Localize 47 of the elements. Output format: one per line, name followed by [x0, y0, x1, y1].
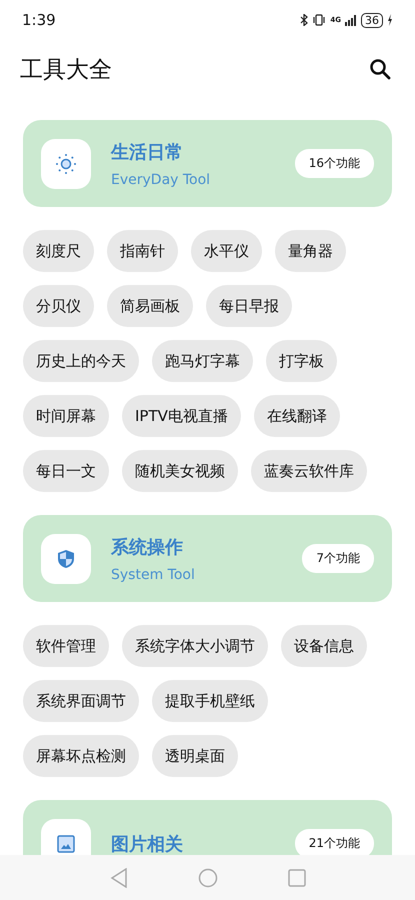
tool-chip[interactable]: 系统字体大小调节: [122, 625, 268, 667]
tool-chip[interactable]: 跑马灯字幕: [152, 340, 253, 382]
tool-chip[interactable]: 简易画板: [107, 285, 193, 327]
category-card[interactable]: 生活日常 EveryDay Tool 16个功能: [23, 120, 392, 207]
tool-chip[interactable]: 随机美女视频: [122, 450, 238, 492]
charging-icon: [387, 14, 393, 26]
tool-chip[interactable]: 打字板: [266, 340, 337, 382]
page-title: 工具大全: [20, 56, 112, 84]
category-card[interactable]: 系统操作 System Tool 7个功能: [23, 515, 392, 602]
tool-chip[interactable]: 在线翻译: [254, 395, 340, 437]
battery-level: 36: [361, 12, 383, 28]
category-subtitle: System Tool: [111, 566, 196, 582]
category-card[interactable]: 图片相关 21个功能: [23, 800, 392, 855]
shield-icon: [57, 548, 75, 568]
category-title: 图片相关: [111, 832, 184, 855]
tool-chip[interactable]: 量角器: [275, 230, 346, 272]
signal-icon: [345, 14, 357, 26]
status-time: 1:39: [22, 11, 56, 29]
tool-chip[interactable]: 每日早报: [206, 285, 292, 327]
tool-chip[interactable]: 蓝奏云软件库: [251, 450, 367, 492]
home-button[interactable]: [198, 868, 218, 888]
tool-chip[interactable]: 时间屏幕: [23, 395, 109, 437]
tool-chip[interactable]: 系统界面调节: [23, 680, 139, 722]
bluetooth-icon: [300, 14, 308, 26]
vibrate-icon: [312, 14, 326, 26]
category-subtitle: EveryDay Tool: [111, 172, 212, 188]
image-icon: [57, 834, 75, 852]
tool-chip[interactable]: 提取手机壁纸: [152, 680, 268, 722]
tool-chip[interactable]: 软件管理: [23, 625, 109, 667]
tool-chip[interactable]: 历史上的今天: [23, 340, 139, 382]
feature-count: 16个功能: [294, 149, 374, 178]
recents-button[interactable]: [288, 868, 306, 886]
category-title: 系统操作: [111, 536, 184, 558]
tool-chip[interactable]: 设备信息: [281, 625, 367, 667]
feature-count: 7个功能: [302, 544, 374, 573]
tool-chip[interactable]: 水平仪: [191, 230, 262, 272]
tool-chip[interactable]: IPTV电视直播: [122, 395, 241, 437]
tool-chip[interactable]: 刻度尺: [23, 230, 94, 272]
feature-count: 21个功能: [294, 829, 374, 855]
tool-chip[interactable]: 透明桌面: [152, 735, 238, 777]
back-button[interactable]: [110, 868, 128, 888]
tool-chip[interactable]: 每日一文: [23, 450, 109, 492]
tool-chip[interactable]: 屏幕坏点检测: [23, 735, 139, 777]
tool-chip[interactable]: 指南针: [107, 230, 178, 272]
tool-chip[interactable]: 分贝仪: [23, 285, 94, 327]
category-title: 生活日常: [111, 140, 184, 164]
sun-icon: [55, 152, 77, 174]
